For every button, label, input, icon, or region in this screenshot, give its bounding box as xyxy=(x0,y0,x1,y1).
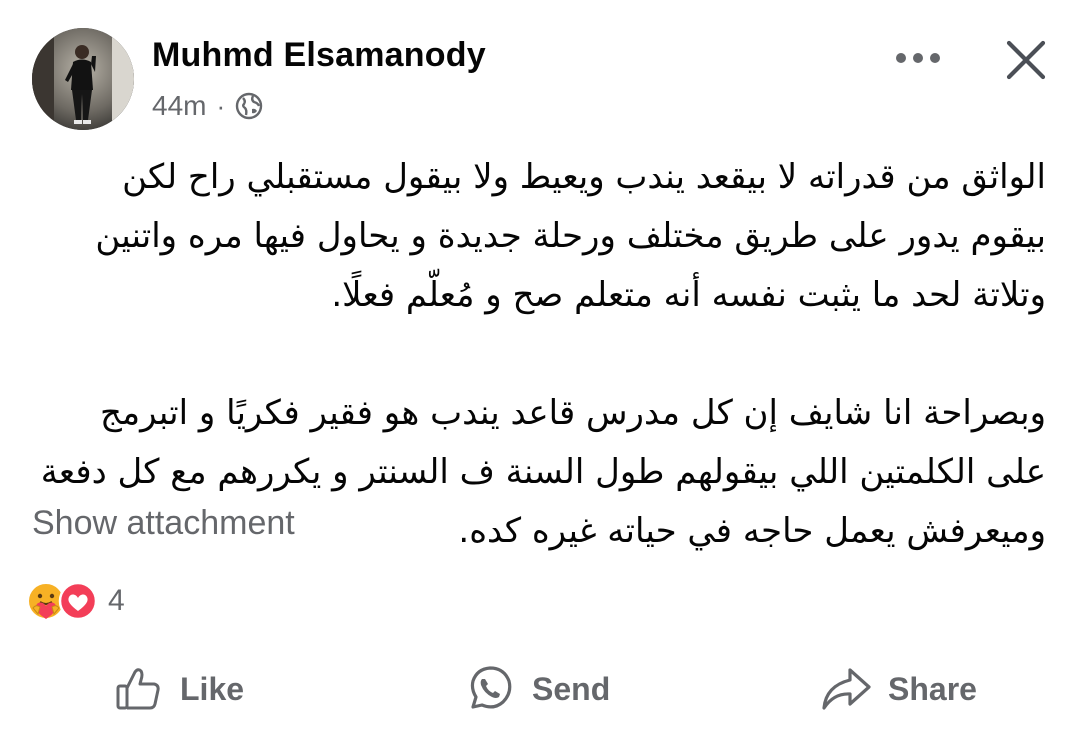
show-attachment-link[interactable]: Show attachment xyxy=(32,504,295,543)
send-button[interactable]: Send xyxy=(464,654,610,724)
post-text: الواثق من قدراته لا بيقعد يندب ويعيط ولا… xyxy=(36,148,1046,561)
like-button[interactable]: Like xyxy=(114,654,244,724)
post-timestamp[interactable]: 44m xyxy=(152,90,206,122)
post-line: الواثق من قدراته لا بيقعد يندب ويعيط ولا… xyxy=(122,157,1046,197)
post-line: على الكلمتين اللي بيقولهم طول السنة ف ال… xyxy=(40,452,1046,492)
close-button[interactable] xyxy=(996,30,1056,90)
share-button[interactable]: Share xyxy=(820,654,977,724)
like-label: Like xyxy=(180,670,245,707)
author-name[interactable]: Muhmd Elsamanody xyxy=(152,36,486,75)
more-options-button[interactable] xyxy=(886,34,950,82)
meta-separator: · xyxy=(216,90,226,121)
share-arrow-icon xyxy=(822,668,871,710)
globe-icon[interactable] xyxy=(235,92,263,120)
reactions-summary[interactable]: 4 xyxy=(26,578,125,624)
send-label: Send xyxy=(532,670,611,707)
whatsapp-icon xyxy=(470,666,512,709)
post-action-bar: Like Send Share xyxy=(0,654,1080,724)
post-meta: 44m · xyxy=(152,86,263,126)
more-dots-icon xyxy=(896,53,940,63)
reaction-count: 4 xyxy=(108,584,125,617)
close-icon xyxy=(1006,40,1046,80)
share-label: Share xyxy=(888,670,977,707)
avatar[interactable] xyxy=(32,28,134,130)
thumbs-up-icon xyxy=(116,668,160,710)
post-line: وبصراحة انا شايف إن كل مدرس قاعد يندب هو… xyxy=(99,393,1046,433)
post-line: وتلاتة لحد ما يثبت نفسه أنه متعلم صح و م… xyxy=(331,275,1046,315)
post-line: بيقوم يدور على طريق مختلف ورحلة جديدة و … xyxy=(95,216,1046,256)
post-header: Muhmd Elsamanody 44m · xyxy=(0,0,1080,140)
avatar-photo xyxy=(32,28,134,130)
love-reaction-icon xyxy=(58,581,98,621)
